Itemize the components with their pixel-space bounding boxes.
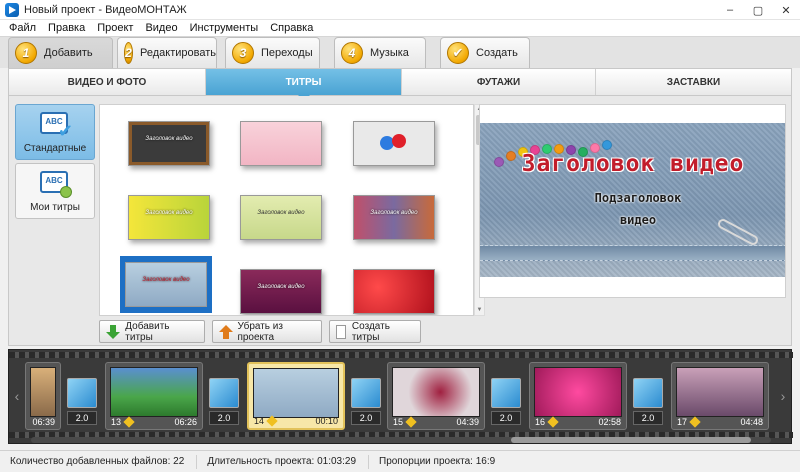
sidebar-item-standard[interactable]: ABC ✔ Стандартные: [15, 104, 95, 160]
step-tab-music[interactable]: 4 Музыка: [334, 37, 426, 68]
timeline-transition[interactable]: 2.0: [209, 378, 239, 426]
timeline-scrollbar[interactable]: [31, 437, 771, 443]
step-label: Редактировать: [140, 47, 216, 59]
menu-project[interactable]: Проект: [91, 22, 139, 34]
category-tabs: ВИДЕО И ФОТО ТИТРЫ ФУТАЖИ ЗАСТАВКИ: [8, 68, 792, 101]
app-icon: [5, 2, 19, 17]
preview-title: Заголовок видео: [521, 151, 745, 177]
timeline-clip[interactable]: 17 04:48: [671, 362, 769, 430]
title-template-thumb-selected[interactable]: Заголовок видео: [125, 262, 207, 307]
timeline-clip[interactable]: 15 04:39: [387, 362, 485, 430]
window-title: Новый проект - ВидеоМОНТАЖ: [24, 3, 187, 16]
status-bar: Количество добавленных файлов: 22 Длител…: [0, 450, 800, 472]
title-template-thumb[interactable]: Заголовок видео: [240, 195, 322, 240]
timeline-left-icon[interactable]: ‹: [11, 388, 23, 404]
add-titles-button[interactable]: Добавить титры: [99, 320, 205, 343]
menu-video[interactable]: Видео: [139, 22, 183, 34]
window-controls: – ▢ ✕: [716, 0, 800, 20]
step-badge-icon: 1: [15, 42, 37, 64]
timeline: ‹ › 06:39 2.0 13 06:26 2.0 14 00:10 2.0: [8, 349, 793, 444]
timeline-transition[interactable]: 2.0: [633, 378, 663, 426]
preview-subtitle: Подзаголовок: [594, 191, 682, 205]
menu-help[interactable]: Справка: [264, 22, 319, 34]
title-template-thumb[interactable]: [353, 269, 435, 314]
timeline-transition[interactable]: 2.0: [67, 378, 97, 426]
titles-gallery: Заголовок видео Заголовок видео Заголово…: [99, 104, 474, 316]
abc-check-icon: ABC ✔: [37, 110, 73, 140]
scroll-down-icon[interactable]: ▼: [475, 306, 484, 315]
step-label: Создать: [476, 47, 518, 59]
step-label: Добавить: [44, 47, 93, 59]
sidebar-item-label: Мои титры: [30, 202, 80, 213]
tab-intros[interactable]: ЗАСТАВКИ: [596, 69, 791, 95]
remove-from-project-button[interactable]: Убрать из проекта: [212, 320, 322, 343]
timeline-clip[interactable]: 13 06:26: [105, 362, 203, 430]
step-tab-transitions[interactable]: 3 Переходы: [225, 37, 320, 68]
status-duration: Длительность проекта: 01:03:29: [197, 454, 369, 469]
timeline-clip[interactable]: 16 02:58: [529, 362, 627, 430]
step-badge-icon: 3: [232, 42, 254, 64]
transition-icon: [491, 378, 521, 408]
abc-user-icon: ABC: [37, 169, 73, 199]
status-files-count: Количество добавленных файлов: 22: [0, 454, 198, 469]
timeline-clip[interactable]: 06:39: [25, 362, 61, 430]
title-template-thumb[interactable]: Заголовок видео: [240, 269, 322, 314]
title-preview: Заголовок видео Подзаголовок видео: [479, 104, 786, 298]
create-titles-button[interactable]: Создать титры: [329, 320, 421, 343]
document-icon: [336, 324, 346, 339]
step-tabs: 1 Добавить 2 Редактировать 3 Переходы 4 …: [0, 37, 800, 68]
pencil-icon[interactable]: [405, 415, 417, 428]
timeline-right-icon[interactable]: ›: [777, 388, 789, 404]
maximize-button[interactable]: ▢: [744, 0, 772, 20]
timeline-transition[interactable]: 2.0: [491, 378, 521, 426]
tab-footage[interactable]: ФУТАЖИ: [402, 69, 596, 95]
step-tab-create[interactable]: ✔ Создать: [440, 37, 530, 68]
title-actions: Добавить титры Убрать из проекта Создать…: [99, 320, 428, 343]
menu-bar: Файл Правка Проект Видео Инструменты Спр…: [0, 20, 800, 37]
status-aspect: Пропорции проекта: 16:9: [379, 455, 496, 467]
title-template-thumb[interactable]: Заголовок видео: [128, 121, 210, 166]
sidebar-item-label: Стандартные: [23, 143, 87, 154]
pencil-icon[interactable]: [689, 415, 701, 428]
step-tab-edit[interactable]: 2 Редактировать: [117, 37, 217, 68]
tab-titles[interactable]: ТИТРЫ: [206, 69, 402, 101]
menu-tools[interactable]: Инструменты: [184, 22, 265, 34]
pencil-icon[interactable]: [123, 415, 135, 428]
title-bar: Новый проект - ВидеоМОНТАЖ – ▢ ✕: [0, 0, 800, 20]
transition-icon: [209, 378, 239, 408]
arrow-up-icon: [219, 324, 234, 339]
arrow-down-icon: [106, 324, 121, 339]
close-button[interactable]: ✕: [772, 0, 800, 20]
pencil-icon[interactable]: [266, 414, 278, 427]
timeline-transition[interactable]: 2.0: [351, 378, 381, 426]
minimize-button[interactable]: –: [716, 0, 744, 20]
check-icon: ✔: [447, 42, 469, 64]
title-template-thumb[interactable]: [353, 121, 435, 166]
timeline-scroll-thumb[interactable]: [511, 437, 751, 443]
title-template-thumb[interactable]: Заголовок видео: [128, 195, 210, 240]
timeline-clip-selected[interactable]: 14 00:10: [247, 362, 345, 430]
main-panel: ABC ✔ Стандартные ABC Мои титры Заголово…: [8, 96, 792, 346]
preview-subtitle-2: видео: [619, 213, 657, 227]
step-label: Музыка: [370, 47, 409, 59]
menu-file[interactable]: Файл: [3, 22, 42, 34]
menu-edit[interactable]: Правка: [42, 22, 91, 34]
step-label: Переходы: [261, 47, 313, 59]
title-template-thumb[interactable]: Заголовок видео: [353, 195, 435, 240]
transition-icon: [351, 378, 381, 408]
step-tab-add[interactable]: 1 Добавить: [8, 37, 113, 68]
transition-icon: [67, 378, 97, 408]
transition-icon: [633, 378, 663, 408]
step-badge-icon: 4: [341, 42, 363, 64]
title-template-thumb[interactable]: [240, 121, 322, 166]
step-badge-icon: 2: [124, 42, 133, 64]
pencil-icon[interactable]: [547, 415, 559, 428]
tab-video-photo[interactable]: ВИДЕО И ФОТО: [9, 69, 206, 95]
titles-sidebar: ABC ✔ Стандартные ABC Мои титры: [15, 104, 97, 222]
sidebar-item-my-titles[interactable]: ABC Мои титры: [15, 163, 95, 219]
